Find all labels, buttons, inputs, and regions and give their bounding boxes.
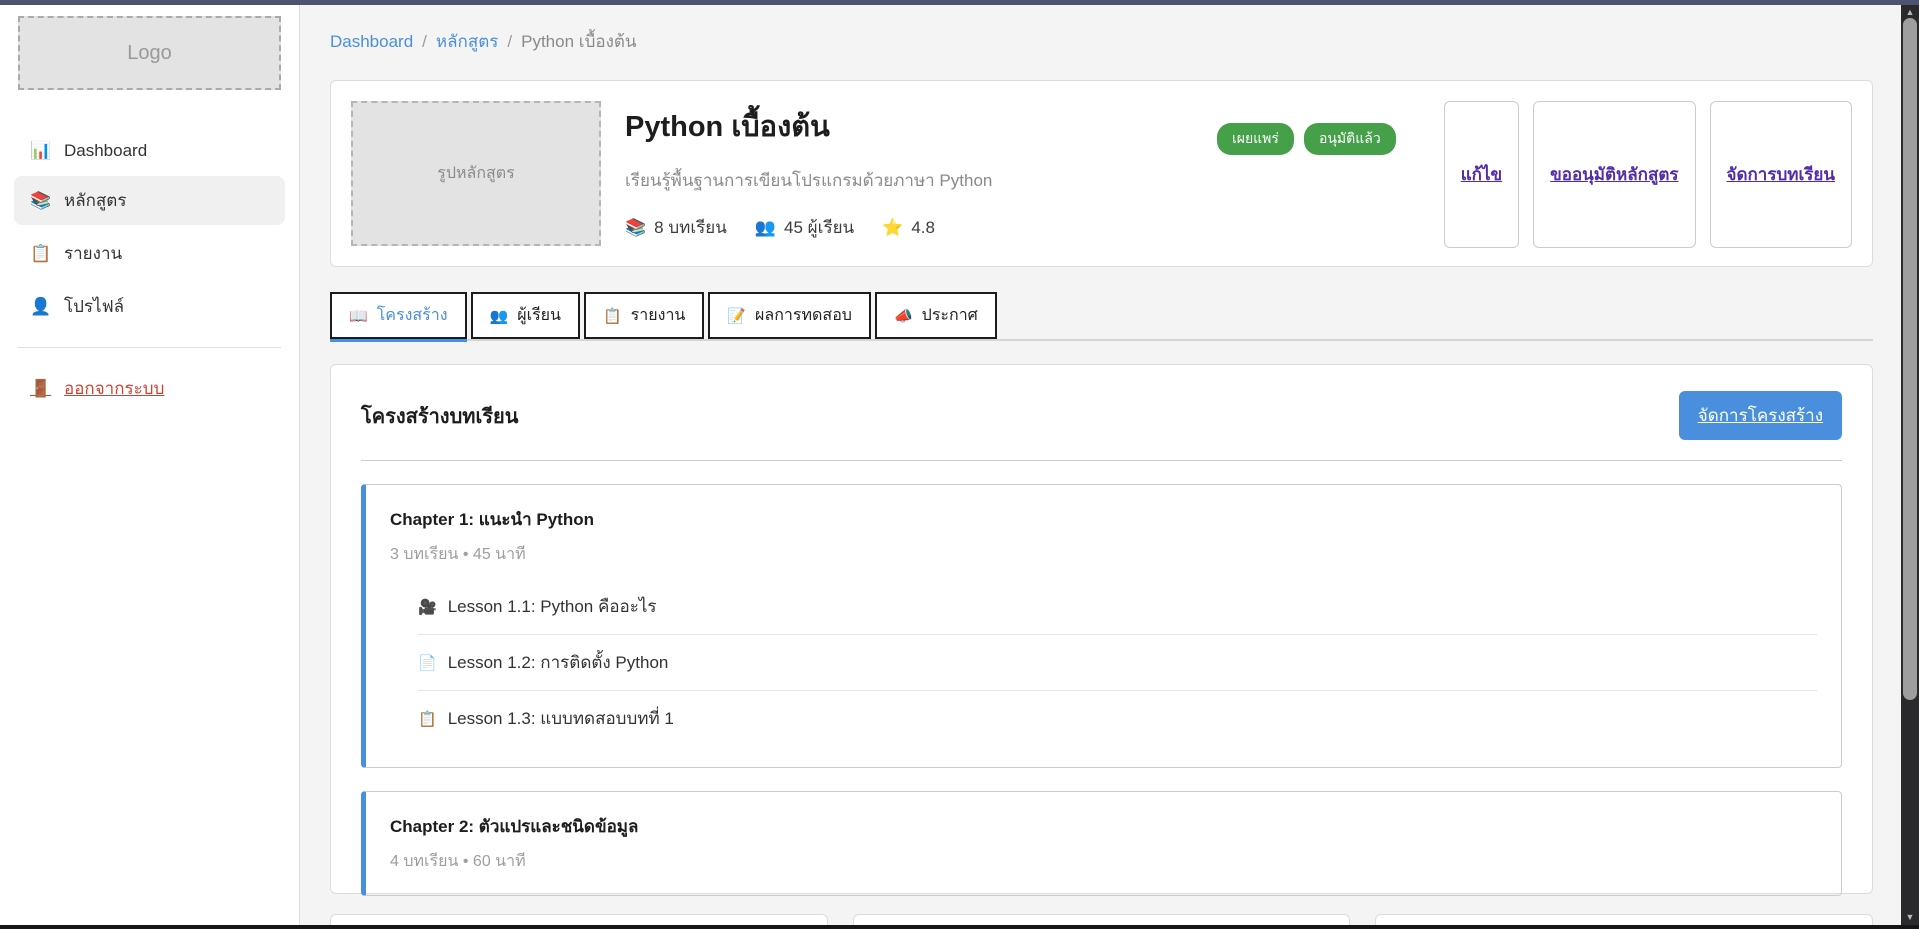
stat-rating-text: 4.8 xyxy=(911,218,935,238)
structure-divider xyxy=(361,460,1842,461)
sidebar-item-reports[interactable]: 📋 รายงาน xyxy=(14,229,285,278)
structure-header: โครงสร้างบทเรียน จัดการโครงสร้าง xyxy=(361,391,1842,440)
chapter-meta: 3 บทเรียน • 45 นาที xyxy=(390,542,1817,567)
structure-heading: โครงสร้างบทเรียน xyxy=(361,400,518,432)
open-book-icon: 📖 xyxy=(349,307,368,325)
tab-label: รายงาน xyxy=(631,303,686,328)
tab-label: โครงสร้าง xyxy=(377,303,448,328)
manage-lessons-box[interactable]: จัดการบทเรียน xyxy=(1710,101,1853,248)
breadcrumb-link-courses[interactable]: หลักสูตร xyxy=(436,32,498,51)
scrollbar-thumb[interactable] xyxy=(1903,18,1917,700)
megaphone-icon: 📣 xyxy=(894,307,913,325)
books-icon: 📚 xyxy=(30,191,50,211)
stat-lessons: 📚 8 บทเรียน xyxy=(625,214,727,241)
manage-lessons-link[interactable]: จัดการบทเรียน xyxy=(1727,161,1836,188)
lesson-title: Lesson 1.3: แบบทดสอบบทที่ 1 xyxy=(448,705,674,732)
vertical-scrollbar[interactable]: ▲ ▼ xyxy=(1901,0,1919,929)
tab-label: ผู้เรียน xyxy=(517,303,561,328)
scrollbar-down-arrow[interactable]: ▼ xyxy=(1901,909,1919,925)
sidebar-item-label: รายงาน xyxy=(64,240,122,267)
chapter-title: Chapter 2: ตัวแปรและชนิดข้อมูล xyxy=(390,813,1817,840)
course-tabbar: 📖 โครงสร้าง 👥 ผู้เรียน 📋 รายงาน 📝 ผลการท… xyxy=(330,292,1873,341)
logout-label: ออกจากระบบ xyxy=(64,375,164,402)
logo-label: Logo xyxy=(127,42,172,65)
lesson-row[interactable]: 🎥 Lesson 1.1: Python คืออะไร xyxy=(418,579,1817,635)
tab-structure[interactable]: 📖 โครงสร้าง xyxy=(330,292,467,339)
document-icon: 📄 xyxy=(418,654,437,672)
tab-label: ประกาศ xyxy=(922,303,978,328)
sidebar-divider xyxy=(18,347,281,348)
window-bottom-edge xyxy=(0,925,1919,929)
course-description: เรียนรู้พื้นฐานการเขียนโปรแกรมด้วยภาษา P… xyxy=(625,167,1193,194)
person-icon: 👤 xyxy=(30,297,50,317)
app-root: Logo 📊 Dashboard 📚 หลักสูตร 📋 รายงาน 👤 โ… xyxy=(0,0,1901,929)
tab-students[interactable]: 👥 ผู้เรียน xyxy=(471,292,580,339)
manage-structure-button[interactable]: จัดการโครงสร้าง xyxy=(1679,391,1842,440)
lesson-list: 🎥 Lesson 1.1: Python คืออะไร 📄 Lesson 1.… xyxy=(418,579,1817,746)
course-stats: 📚 8 บทเรียน 👥 45 ผู้เรียน ⭐ 4.8 xyxy=(625,214,1193,241)
chapter-card-1: Chapter 1: แนะนำ Python 3 บทเรียน • 45 น… xyxy=(361,484,1842,768)
request-approval-link[interactable]: ขออนุมัติหลักสูตร xyxy=(1550,161,1678,188)
sidebar-item-label: Dashboard xyxy=(64,141,147,161)
lesson-row[interactable]: 📄 Lesson 1.2: การติดตั้ง Python xyxy=(418,635,1817,691)
lesson-title: Lesson 1.1: Python คืออะไร xyxy=(448,593,657,620)
bar-chart-icon: 📊 xyxy=(30,141,50,161)
breadcrumb-separator: / xyxy=(422,32,427,51)
sidebar-item-profile[interactable]: 👤 โปรไฟล์ xyxy=(14,282,285,331)
course-actions: แก้ไข ขออนุมัติหลักสูตร จัดการบทเรียน xyxy=(1444,101,1852,246)
lesson-title: Lesson 1.2: การติดตั้ง Python xyxy=(448,649,669,676)
course-image-placeholder: รูปหลักสูตร xyxy=(351,101,601,246)
sidebar-item-courses[interactable]: 📚 หลักสูตร xyxy=(14,176,285,225)
status-badge-published: เผยแพร่ xyxy=(1217,123,1294,155)
video-camera-icon: 🎥 xyxy=(418,598,437,616)
clipboard-icon: 📋 xyxy=(418,710,437,728)
chapter-meta: 4 บทเรียน • 60 นาที xyxy=(390,849,1817,874)
tab-announcements[interactable]: 📣 ประกาศ xyxy=(875,292,997,339)
course-header-card: รูปหลักสูตร Python เบื้องต้น เรียนรู้พื้… xyxy=(330,80,1873,267)
structure-card: โครงสร้างบทเรียน จัดการโครงสร้าง Chapter… xyxy=(330,364,1873,894)
status-badge-approved: อนุมัติแล้ว xyxy=(1304,123,1396,155)
tab-label: ผลการทดสอบ xyxy=(755,303,852,328)
lesson-row[interactable]: 📋 Lesson 1.3: แบบทดสอบบทที่ 1 xyxy=(418,691,1817,746)
sidebar-item-label: หลักสูตร xyxy=(64,187,126,214)
sidebar-item-dashboard[interactable]: 📊 Dashboard xyxy=(14,130,285,172)
people-icon: 👥 xyxy=(490,307,509,325)
edit-course-link[interactable]: แก้ไข xyxy=(1461,161,1502,188)
request-approval-box[interactable]: ขออนุมัติหลักสูตร xyxy=(1533,101,1695,248)
breadcrumb-separator: / xyxy=(507,32,512,51)
chapter-card-2: Chapter 2: ตัวแปรและชนิดข้อมูล 4 บทเรียน… xyxy=(361,791,1842,896)
chapter-title: Chapter 1: แนะนำ Python xyxy=(390,506,1817,533)
sidebar: Logo 📊 Dashboard 📚 หลักสูตร 📋 รายงาน 👤 โ… xyxy=(0,0,300,929)
breadcrumb-link-dashboard[interactable]: Dashboard xyxy=(330,32,413,51)
star-icon: ⭐ xyxy=(882,218,903,238)
course-image-label: รูปหลักสูตร xyxy=(437,161,515,186)
sidebar-item-label: โปรไฟล์ xyxy=(64,293,124,320)
logo-placeholder: Logo xyxy=(18,16,281,90)
stat-rating: ⭐ 4.8 xyxy=(882,218,935,238)
stat-students: 👥 45 ผู้เรียน xyxy=(755,214,854,241)
books-icon: 📚 xyxy=(625,218,646,238)
stat-students-text: 45 ผู้เรียน xyxy=(784,214,854,241)
status-badges: เผยแพร่ อนุมัติแล้ว xyxy=(1217,101,1396,246)
main-content: Dashboard / หลักสูตร / Python เบื้องต้น รูปห… xyxy=(300,0,1901,929)
clipboard-icon: 📋 xyxy=(603,307,622,325)
window-top-edge xyxy=(0,0,1919,5)
tab-test-results[interactable]: 📝 ผลการทดสอบ xyxy=(708,292,871,339)
edit-course-box[interactable]: แก้ไข xyxy=(1444,101,1519,248)
breadcrumb-current: Python เบื้องต้น xyxy=(521,32,636,51)
logout-button[interactable]: 🚪 ออกจากระบบ xyxy=(14,364,285,413)
sidebar-nav: 📊 Dashboard 📚 หลักสูตร 📋 รายงาน 👤 โปรไฟล… xyxy=(12,130,287,331)
stat-lessons-text: 8 บทเรียน xyxy=(654,214,727,241)
breadcrumb: Dashboard / หลักสูตร / Python เบื้องต้น xyxy=(330,28,1873,55)
course-title: Python เบื้องต้น xyxy=(625,103,1193,149)
door-icon: 🚪 xyxy=(30,379,50,399)
course-info: Python เบื้องต้น เรียนรู้พื้นฐานการเขียน… xyxy=(625,101,1193,246)
people-icon: 👥 xyxy=(755,218,776,238)
memo-icon: 📝 xyxy=(727,307,746,325)
clipboard-icon: 📋 xyxy=(30,244,50,264)
tab-reports[interactable]: 📋 รายงาน xyxy=(584,292,704,339)
